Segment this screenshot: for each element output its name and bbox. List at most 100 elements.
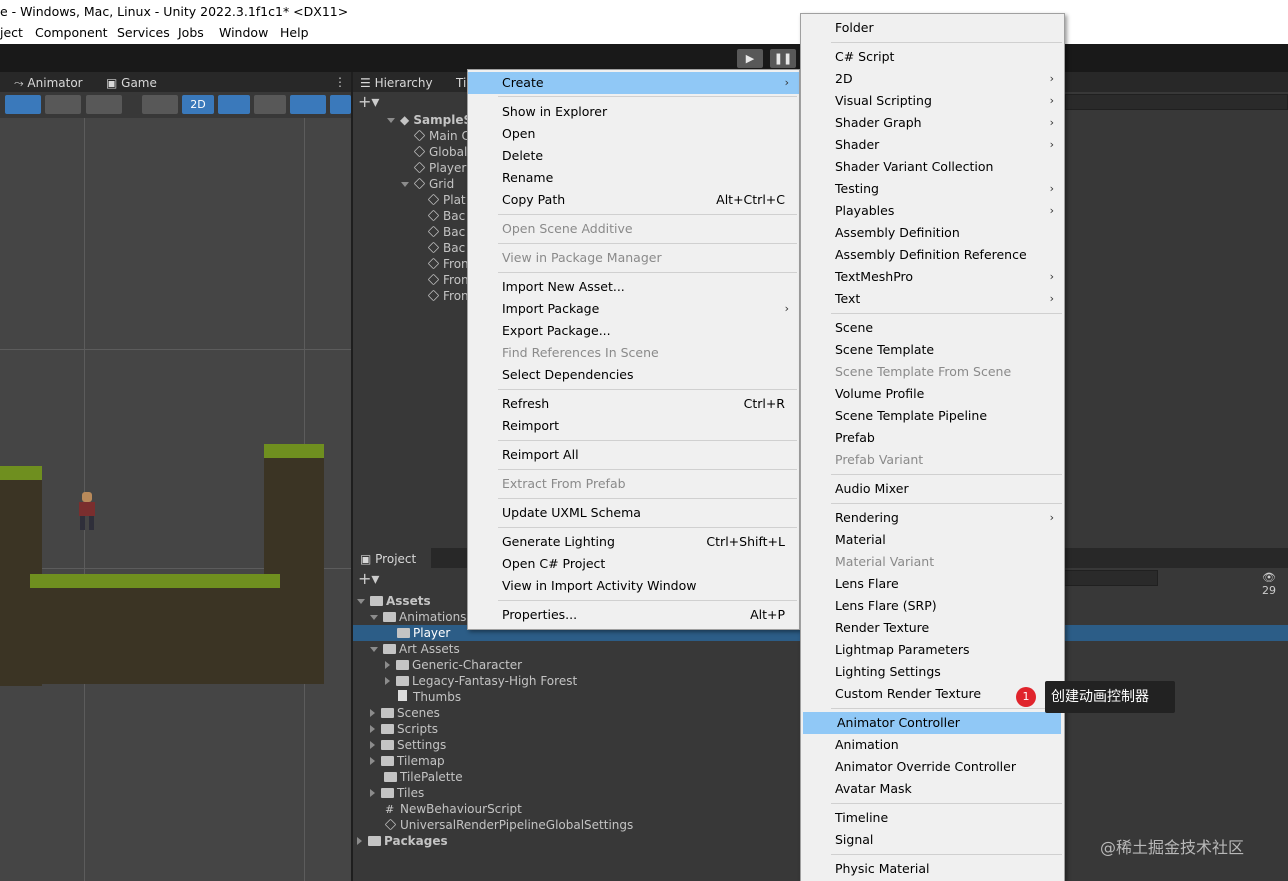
menu-project[interactable]: ject [0, 25, 23, 40]
create-item[interactable]: Visual Scripting › [801, 90, 1064, 112]
project-item[interactable]: Art Assets [370, 641, 460, 657]
project-item[interactable]: TilePalette [384, 769, 463, 785]
hierarchy-item[interactable]: Grid [401, 177, 454, 191]
menu-item-refresh[interactable]: Refresh Ctrl+R [468, 393, 799, 415]
create-item[interactable]: Lightmap Parameters [801, 639, 1064, 661]
project-item[interactable]: Tilemap [370, 753, 445, 769]
toggle-lighting-button[interactable] [218, 95, 250, 114]
tool-shading-button[interactable] [142, 95, 178, 114]
create-item[interactable]: Timeline [801, 807, 1064, 829]
hierarchy-search-input[interactable] [1065, 94, 1288, 110]
tool-grid-button[interactable] [45, 95, 81, 114]
tab-tile[interactable]: Ti [456, 76, 466, 90]
hierarchy-item[interactable]: Plat [427, 193, 466, 207]
tab-project[interactable]: ▣ Project [360, 552, 416, 566]
tab-animator[interactable]: ⤳ Animator [14, 76, 83, 91]
create-item[interactable]: Shader Graph › [801, 112, 1064, 134]
create-item[interactable]: Avatar Mask [801, 778, 1064, 800]
project-item[interactable]: # NewBehaviourScript [385, 801, 522, 817]
create-item[interactable]: C# Script [801, 46, 1064, 68]
hierarchy-item[interactable]: Bac [427, 225, 465, 239]
project-item[interactable]: Scenes [370, 705, 440, 721]
project-item[interactable]: Animations [370, 609, 466, 625]
player-sprite[interactable] [74, 492, 100, 532]
scene-view[interactable] [0, 72, 351, 881]
project-item[interactable]: Thumbs [398, 689, 461, 705]
create-item[interactable]: TextMeshPro › [801, 266, 1064, 288]
menu-item-select-dependencies[interactable]: Select Dependencies [468, 364, 799, 386]
menu-item-generate-lighting[interactable]: Generate Lighting Ctrl+Shift+L [468, 531, 799, 553]
tool-gizmo-button[interactable] [86, 95, 122, 114]
menu-item-delete[interactable]: Delete [468, 145, 799, 167]
toggle-visibility-button[interactable] [330, 95, 351, 114]
create-item[interactable]: Render Texture [801, 617, 1064, 639]
create-item[interactable]: Scene Template Pipeline [801, 405, 1064, 427]
hierarchy-item[interactable]: Player [413, 161, 466, 175]
project-item[interactable]: Packages [357, 833, 448, 849]
create-item[interactable]: Material [801, 529, 1064, 551]
create-item[interactable]: Rendering › [801, 507, 1064, 529]
create-item[interactable]: Folder [801, 17, 1064, 39]
project-item[interactable]: Settings [370, 737, 446, 753]
menu-item-import-new-asset[interactable]: Import New Asset... [468, 276, 799, 298]
create-item[interactable]: Assembly Definition Reference [801, 244, 1064, 266]
pause-button[interactable]: ❚❚ [770, 49, 796, 68]
menu-item-show-in-explorer[interactable]: Show in Explorer [468, 101, 799, 123]
create-item[interactable]: Lighting Settings [801, 661, 1064, 683]
project-item[interactable]: Generic-Character [385, 657, 522, 673]
tool-handle-button[interactable] [5, 95, 41, 114]
menu-item-open[interactable]: Open [468, 123, 799, 145]
create-item[interactable]: Scene [801, 317, 1064, 339]
create-item-animator-controller[interactable]: Animator Controller [803, 712, 1061, 734]
menu-services[interactable]: Services [117, 25, 170, 40]
menu-item-import-package[interactable]: Import Package › [468, 298, 799, 320]
create-item[interactable]: Lens Flare [801, 573, 1064, 595]
project-item[interactable]: Legacy-Fantasy-High Forest [385, 673, 577, 689]
create-item[interactable]: 2D › [801, 68, 1064, 90]
menu-item-update-uxml-schema[interactable]: Update UXML Schema [468, 502, 799, 524]
create-item[interactable]: Shader Variant Collection [801, 156, 1064, 178]
menu-jobs[interactable]: Jobs [178, 25, 204, 40]
create-item[interactable]: Shader › [801, 134, 1064, 156]
hierarchy-item[interactable]: Main C [413, 129, 470, 143]
project-item[interactable]: UniversalRenderPipelineGlobalSettings [384, 817, 633, 833]
project-item-selected[interactable]: Player [397, 625, 450, 641]
menu-item-view-import-activity[interactable]: View in Import Activity Window [468, 575, 799, 597]
play-button[interactable]: ▶ [737, 49, 763, 68]
project-item[interactable]: Assets [357, 593, 431, 609]
menu-item-reimport-all[interactable]: Reimport All [468, 444, 799, 466]
hierarchy-item[interactable]: Global [413, 145, 467, 159]
hierarchy-item[interactable]: Bac [427, 241, 465, 255]
create-item[interactable]: Animation [801, 734, 1064, 756]
create-item[interactable]: Physic Material [801, 858, 1064, 880]
menu-item-open-csharp-project[interactable]: Open C# Project [468, 553, 799, 575]
hierarchy-item[interactable]: Fron [427, 289, 469, 303]
project-item[interactable]: Tiles [370, 785, 424, 801]
menu-item-export-package[interactable]: Export Package... [468, 320, 799, 342]
menu-item-create[interactable]: Create › [468, 72, 799, 94]
create-item[interactable]: Testing › [801, 178, 1064, 200]
hierarchy-item[interactable]: Fron [427, 273, 469, 287]
menu-item-rename[interactable]: Rename [468, 167, 799, 189]
create-item[interactable]: Signal [801, 829, 1064, 851]
project-item[interactable]: Scripts [370, 721, 438, 737]
menu-item-copy-path[interactable]: Copy Path Alt+Ctrl+C [468, 189, 799, 211]
create-item[interactable]: Scene Template [801, 339, 1064, 361]
tab-game[interactable]: ▣ Game [106, 76, 157, 90]
hierarchy-item[interactable]: Bac [427, 209, 465, 223]
create-item[interactable]: Volume Profile [801, 383, 1064, 405]
create-item[interactable]: Lens Flare (SRP) [801, 595, 1064, 617]
create-item[interactable]: Prefab [801, 427, 1064, 449]
toggle-effects-button[interactable] [290, 95, 326, 114]
kebab-icon[interactable]: ⋮ [334, 75, 346, 89]
toggle-audio-button[interactable] [254, 95, 286, 114]
project-add-icon[interactable]: +▾ [358, 569, 379, 588]
create-item[interactable]: Playables › [801, 200, 1064, 222]
scene-root[interactable]: ◆ SampleS [387, 113, 472, 127]
menu-window[interactable]: Window [219, 25, 268, 40]
create-item[interactable]: Audio Mixer [801, 478, 1064, 500]
menu-item-properties[interactable]: Properties... Alt+P [468, 604, 799, 626]
create-item[interactable]: Animator Override Controller [801, 756, 1064, 778]
menu-component[interactable]: Component [35, 25, 108, 40]
tab-hierarchy[interactable]: ☰ Hierarchy [360, 76, 433, 90]
